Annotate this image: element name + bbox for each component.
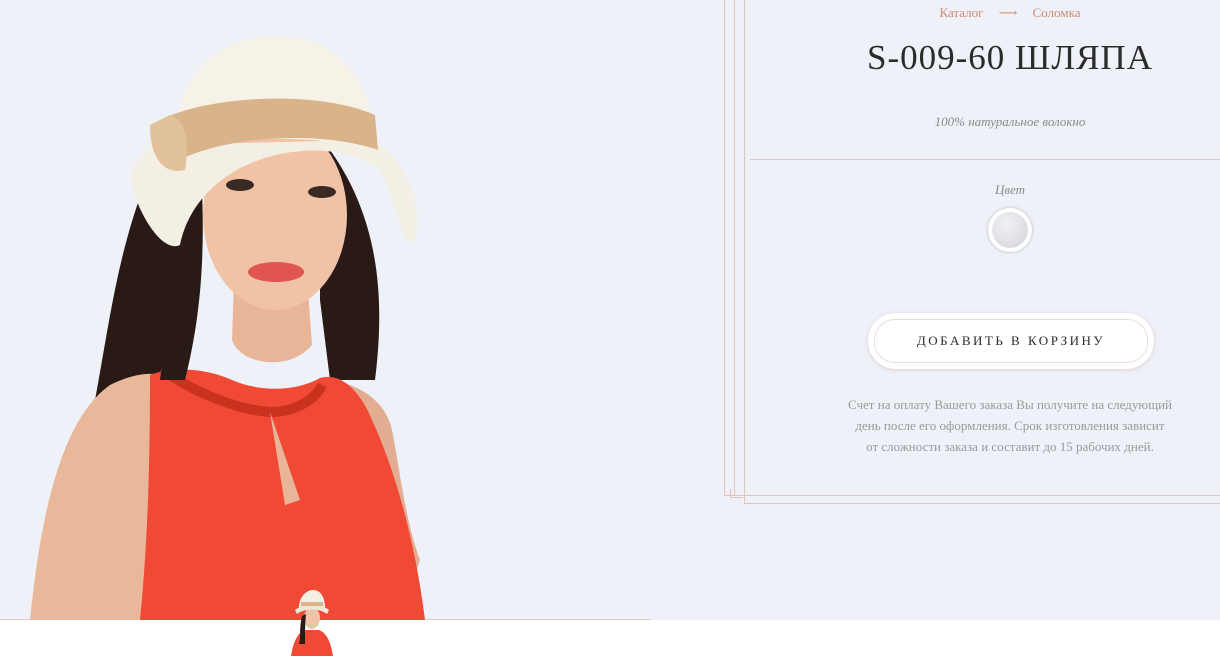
payment-note-line: день после его оформления. Срок изготовл… xyxy=(855,418,1165,433)
arrow-right-icon: ⟶ xyxy=(998,5,1018,20)
add-to-cart-button[interactable]: ДОБАВИТЬ В КОРЗИНУ xyxy=(868,313,1154,369)
breadcrumb: Каталог ⟶ Соломка xyxy=(900,5,1120,21)
payment-note-line: от сложности заказа и составит до 15 раб… xyxy=(866,439,1154,454)
product-photo xyxy=(30,36,425,620)
product-material: 100% натуральное волокно xyxy=(934,114,1086,129)
payment-note: Счет на оплату Вашего заказа Вы получите… xyxy=(820,394,1200,457)
breadcrumb-category-link[interactable]: Соломка xyxy=(1033,5,1081,20)
add-to-cart-label: ДОБАВИТЬ В КОРЗИНУ xyxy=(874,319,1148,363)
product-thumbnail[interactable] xyxy=(287,588,335,656)
color-swatch[interactable] xyxy=(988,208,1032,252)
section-divider xyxy=(750,159,1220,160)
payment-note-line: Счет на оплату Вашего заказа Вы получите… xyxy=(848,397,1172,412)
color-label: Цвет xyxy=(994,182,1026,197)
color-swatch-fill xyxy=(992,212,1028,248)
thumbnail-strip xyxy=(0,620,1220,659)
product-title: S-009-60 ШЛЯПА xyxy=(867,38,1153,77)
breadcrumb-catalog-link[interactable]: Каталог xyxy=(940,5,984,20)
